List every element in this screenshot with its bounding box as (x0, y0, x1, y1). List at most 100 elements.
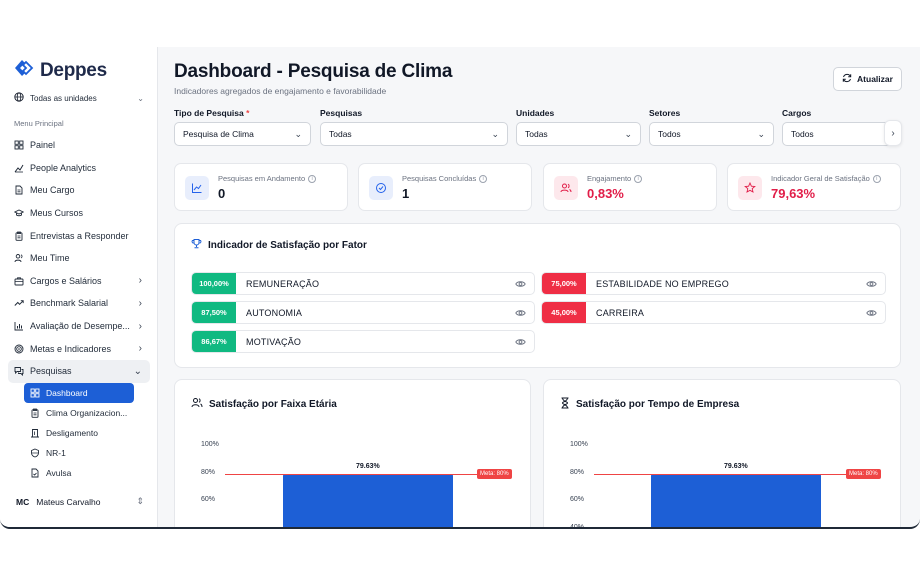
sidebar-subitem-label: Dashboard (46, 387, 88, 398)
sidebar-item-meus-cursos[interactable]: Meus Cursos (8, 202, 150, 225)
users-icon (191, 397, 203, 411)
chart-bar[interactable] (283, 474, 453, 527)
layout-grid-icon (14, 140, 24, 150)
door-icon (30, 428, 40, 438)
users-icon (554, 176, 578, 200)
surveys-select[interactable]: Todas ⌄ (320, 122, 508, 146)
refresh-button[interactable]: Atualizar (833, 67, 902, 91)
units-value: Todas (525, 129, 548, 139)
meta-target-label: Meta: 80% (477, 468, 512, 479)
file-icon (14, 185, 24, 195)
sidebar-item-cargos-e-salarios[interactable]: Cargos e Salários › (8, 270, 150, 293)
factor-name: ESTABILIDADE NO EMPREGO (596, 278, 729, 289)
user-menu[interactable]: MC Mateus Carvalho ⇕ (16, 496, 144, 507)
sidebar-submenu: Dashboard Clima Organizacion... Desligamen… (24, 382, 134, 483)
y-tick-label: 80% (201, 468, 216, 476)
sectors-select[interactable]: Todos ⌄ (649, 122, 774, 146)
chevron-down-icon: ⌄ (133, 365, 142, 377)
y-tick-label: 80% (570, 468, 585, 476)
sidebar-item-label: People Analytics (30, 162, 97, 173)
sidebar-item-label: Cargos e Salários (30, 275, 102, 286)
chart-bar[interactable] (651, 474, 821, 527)
sidebar-item-label: Meu Cargo (30, 185, 75, 196)
file-check-icon (30, 468, 40, 478)
chevron-down-icon: ⌄ (757, 128, 765, 139)
kpi-value: 1 (402, 186, 410, 201)
sidebar-subitem[interactable]: Desligamento (24, 423, 134, 443)
surveys-value: Todas (329, 129, 352, 139)
factor-name: MOTIVAÇÃO (246, 336, 302, 347)
eye-icon[interactable] (515, 280, 526, 288)
filter-label-units: Unidades (516, 108, 555, 118)
filter-label-surveys: Pesquisas (320, 108, 363, 118)
y-tick-label: 60% (570, 496, 585, 503)
eye-icon[interactable] (515, 338, 526, 346)
kpi-value: 0 (218, 186, 226, 201)
trophy-icon (191, 238, 202, 252)
sidebar-item-metas-e-indicadores[interactable]: Metas e Indicadores › (8, 337, 150, 360)
sidebar-item-people-analytics[interactable]: People Analytics (8, 157, 150, 180)
chart-line-icon (14, 163, 24, 173)
sidebar-item-painel[interactable]: Painel (8, 134, 150, 157)
y-tick-label: 100% (201, 441, 219, 448)
eye-icon[interactable] (515, 309, 526, 317)
logo[interactable]: Deppes (14, 59, 107, 82)
sidebar-subitem-label: Clima Organizacion... (46, 407, 128, 418)
sidebar-item-label: Avaliação de Desempe... (30, 321, 130, 332)
trending-up-icon (14, 298, 24, 308)
sidebar-item-benchmark-salarial[interactable]: Benchmark Salarial › (8, 292, 150, 315)
chevron-up-down-icon: ⇕ (136, 496, 144, 506)
survey-type-select[interactable]: Pesquisa de Clima ⌄ (174, 122, 311, 146)
kpi-label: Indicador Geral de Satisfação i (771, 174, 881, 183)
factor-percentage-badge: 86,67% (192, 331, 236, 352)
factor-name: REMUNERAÇÃO (246, 278, 320, 289)
info-icon: i (479, 174, 488, 183)
sidebar-item-label: Painel (30, 140, 56, 151)
info-icon: i (872, 174, 881, 183)
sidebar-subitem[interactable]: Avulsa (24, 463, 134, 483)
sidebar-item-label: Metas e Indicadores (30, 343, 112, 354)
sidebar-subitem-label: NR-1 (46, 447, 66, 458)
kpi-card-in-progress: Pesquisas em Andamento i 0 (174, 163, 348, 211)
unit-selector-label: Todas as unidades (30, 93, 97, 103)
hourglass-icon (560, 397, 570, 412)
chart-panel-tenure: Satisfação por Tempo de Empresa 100% 80% 6… (543, 379, 901, 527)
sidebar-item-meu-cargo[interactable]: Meu Cargo (8, 179, 150, 202)
bar-value-label: 79.63% (356, 463, 380, 470)
filters-scroll-button[interactable]: › (884, 120, 902, 146)
factor-panel: Indicador de Satisfação por Fator 100,00… (174, 223, 901, 368)
chart-panel-age: Satisfação por Faixa Etária 100% 80% 60% 79… (174, 379, 531, 527)
sidebar-item-label: Pesquisas (30, 366, 72, 377)
factor-row: 100,00% REMUNERAÇÃO (191, 272, 535, 295)
positions-select[interactable]: Todos (782, 122, 892, 146)
target-icon (14, 344, 24, 354)
kpi-card-satisfaction: Indicador Geral de Satisfação i 79,63% (727, 163, 901, 211)
bar-value-label: 79.63% (724, 463, 748, 470)
eye-icon[interactable] (866, 280, 877, 288)
y-tick-label: 60% (201, 496, 216, 503)
sidebar-item-label: Entrevistas a Responder (30, 230, 129, 241)
sidebar-item-label: Meus Cursos (30, 208, 84, 219)
bar-chart-icon (14, 321, 24, 331)
sidebar-item-avaliacao-de-desempe[interactable]: Avaliação de Desempe... › (8, 315, 150, 338)
chart-title-tenure: Satisfação por Tempo de Empresa (560, 397, 739, 412)
units-select[interactable]: Todas ⌄ (516, 122, 641, 146)
page-subtitle: Indicadores agregados de engajamento e f… (174, 86, 387, 96)
sidebar: Deppes Todas as unidades ⌄ Menu Principa… (0, 47, 158, 527)
factor-name: CARREIRA (596, 307, 645, 318)
sidebar-item-entrevistas-a-responder[interactable]: Entrevistas a Responder (8, 224, 150, 247)
sidebar-subitem[interactable]: Dashboard (24, 382, 134, 403)
sidebar-item-pesquisas[interactable]: Pesquisas ⌄ (8, 359, 150, 383)
unit-selector[interactable]: Todas as unidades ⌄ (14, 92, 144, 104)
eye-icon[interactable] (866, 309, 877, 317)
refresh-label: Atualizar (857, 74, 893, 84)
positions-value: Todos (791, 129, 814, 139)
sidebar-subitem-label: Avulsa (46, 467, 72, 478)
meta-target-line (225, 473, 481, 475)
chart-title-age: Satisfação por Faixa Etária (191, 397, 337, 411)
sidebar-subitem[interactable]: NR-1 (24, 443, 134, 463)
chart-line-icon (185, 176, 209, 200)
sidebar-subitem[interactable]: Clima Organizacion... (24, 403, 134, 423)
info-icon: i (308, 174, 317, 183)
sidebar-item-meu-time[interactable]: Meu Time (8, 247, 150, 270)
